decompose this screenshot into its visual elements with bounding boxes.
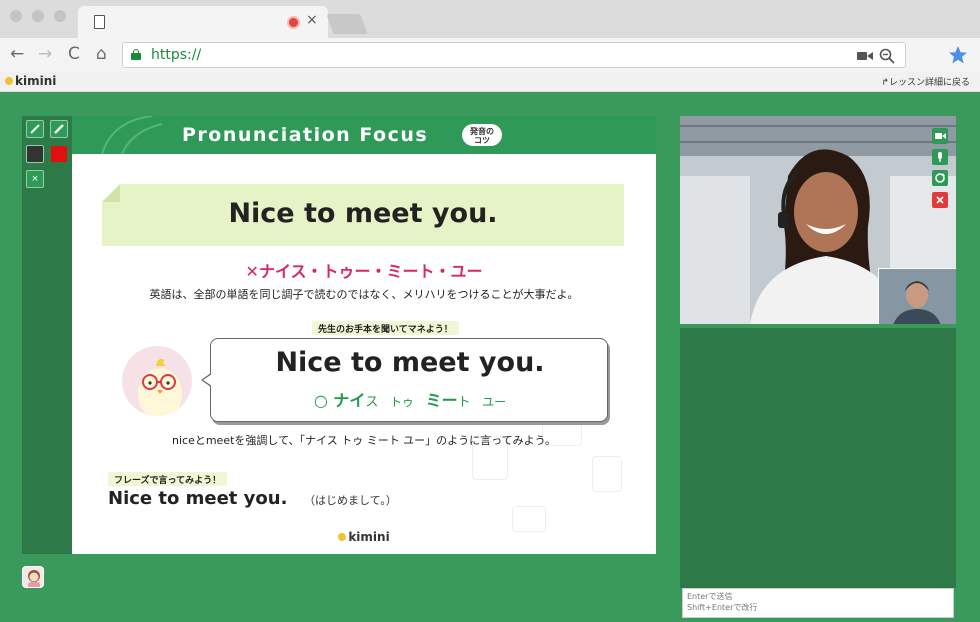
recording-icon bbox=[287, 16, 300, 29]
reading-su: ス bbox=[365, 395, 379, 410]
reading-yuu: ユー bbox=[482, 395, 507, 409]
pen-icon bbox=[30, 124, 40, 134]
marker-tool-button[interactable] bbox=[50, 120, 68, 138]
back-to-lesson-link[interactable]: ↱レッスン詳細に戻る bbox=[881, 75, 970, 88]
self-view-frame bbox=[879, 269, 956, 324]
star-icon[interactable] bbox=[948, 45, 968, 65]
chat-placeholder-line1: Enterで送信 bbox=[687, 592, 733, 601]
chick-mascot-icon bbox=[138, 358, 182, 416]
lesson-slide: Pronunciation Focus 発音の コツ Nice to meet … bbox=[72, 116, 656, 554]
color-red-button[interactable] bbox=[50, 145, 68, 163]
correct-reading: ○ ナイス トゥ ミート ユー bbox=[211, 387, 609, 411]
wrong-reading-text: ナイス・トゥー・ミート・ユー bbox=[258, 262, 483, 281]
chat-panel bbox=[680, 328, 956, 588]
clear-button[interactable]: × bbox=[26, 170, 44, 188]
practice-phrase: Nice to meet you. bbox=[108, 488, 288, 509]
cross-icon: ✕ bbox=[245, 262, 259, 281]
mic-toggle-button[interactable] bbox=[932, 149, 948, 165]
chat-input[interactable]: Enterで送信 Shift+Enterで改行 bbox=[682, 588, 954, 618]
tab-close-button[interactable]: × bbox=[306, 12, 318, 28]
deco-flask-icon bbox=[512, 506, 546, 532]
marker-icon bbox=[54, 124, 64, 134]
teacher-video bbox=[680, 116, 956, 324]
camera-icon[interactable] bbox=[857, 50, 873, 62]
reading-nai: ナイ bbox=[333, 391, 366, 410]
back-link-label: レッスン詳細に戻る bbox=[888, 78, 970, 88]
logo-text: kimini bbox=[15, 74, 57, 88]
camera-toggle-button[interactable] bbox=[932, 128, 948, 144]
slide-footer-logo: kimini bbox=[72, 530, 656, 544]
tip-badge-line2: コツ bbox=[474, 136, 490, 145]
banner-phrase: Nice to meet you. bbox=[228, 198, 498, 229]
lock-icon bbox=[131, 49, 141, 60]
refresh-button[interactable] bbox=[932, 170, 948, 186]
leaf-decoration-icon bbox=[101, 116, 163, 154]
self-view-video bbox=[878, 268, 956, 324]
reading-to: ト bbox=[457, 395, 471, 410]
user-avatar[interactable] bbox=[22, 566, 44, 588]
slide-header: Pronunciation Focus 発音の コツ bbox=[72, 116, 656, 154]
phrase-translation: （はじめまして。） bbox=[304, 494, 397, 507]
color-black-button[interactable] bbox=[26, 145, 44, 163]
window-zoom-button[interactable] bbox=[54, 10, 66, 22]
microphone-icon bbox=[938, 152, 942, 162]
bubble-phrase: Nice to meet you. bbox=[275, 347, 545, 378]
logo-dot-icon bbox=[338, 533, 347, 541]
reload-button[interactable]: C bbox=[68, 44, 80, 64]
browser-titlebar: × bbox=[0, 0, 980, 38]
end-call-button[interactable] bbox=[932, 192, 948, 208]
chat-placeholder-line2: Shift+Enterで改行 bbox=[687, 603, 758, 612]
deco-calculator-icon bbox=[592, 456, 622, 492]
kimini-logo[interactable]: kimini bbox=[5, 74, 56, 88]
new-tab-button[interactable] bbox=[326, 14, 368, 34]
video-camera-icon bbox=[935, 133, 946, 139]
student-avatar-icon bbox=[28, 570, 40, 587]
home-button[interactable]: ⌂ bbox=[96, 44, 107, 64]
logo-dot-icon bbox=[5, 77, 13, 85]
tip-badge-line1: 発音の bbox=[470, 127, 494, 136]
circle-icon: ○ bbox=[313, 391, 328, 410]
window-minimize-button[interactable] bbox=[32, 10, 44, 22]
chick-mascot bbox=[122, 346, 192, 416]
back-button[interactable]: ← bbox=[10, 44, 24, 64]
zoom-icon[interactable] bbox=[879, 48, 895, 64]
url-text: https:// bbox=[151, 47, 202, 63]
listen-label: 先生のお手本を聞いてマネよう！ bbox=[312, 321, 459, 335]
phrase-label: フレーズで言ってみよう！ bbox=[108, 472, 228, 486]
tip-badge: 発音の コツ bbox=[460, 122, 504, 148]
reading-tu: トゥ bbox=[389, 395, 414, 409]
explanation-text: 英語は、全部の単語を同じ調子で読むのではなく、メリハリをつけることが大事だよ。 bbox=[149, 288, 579, 301]
reading-mii: ミー bbox=[425, 391, 458, 410]
phrase-banner: Nice to meet you. bbox=[102, 184, 624, 246]
browser-tab[interactable]: × bbox=[78, 6, 328, 38]
address-bar[interactable]: https:// bbox=[122, 42, 906, 68]
forward-button[interactable]: → bbox=[38, 44, 52, 64]
pen-tool-button[interactable] bbox=[26, 120, 44, 138]
app-header: kimini ↱レッスン詳細に戻る bbox=[0, 72, 980, 92]
refresh-icon bbox=[935, 173, 945, 183]
window-close-button[interactable] bbox=[10, 10, 22, 22]
footer-logo-text: kimini bbox=[348, 530, 390, 544]
browser-toolbar: ← → C ⌂ https:// bbox=[0, 38, 980, 72]
wrong-reading: ✕ナイス・トゥー・ミート・ユー bbox=[72, 258, 656, 282]
speech-bubble: Nice to meet you. ○ ナイス トゥ ミート ユー bbox=[201, 338, 609, 422]
close-icon bbox=[936, 196, 944, 204]
share-arrow-icon: ↱ bbox=[881, 78, 889, 88]
document-icon bbox=[94, 15, 105, 29]
emphasis-note: niceとmeetを強調して、「ナイス トゥ ミート ユー」のように言ってみよう… bbox=[172, 434, 556, 447]
slide-title: Pronunciation Focus bbox=[182, 124, 429, 146]
